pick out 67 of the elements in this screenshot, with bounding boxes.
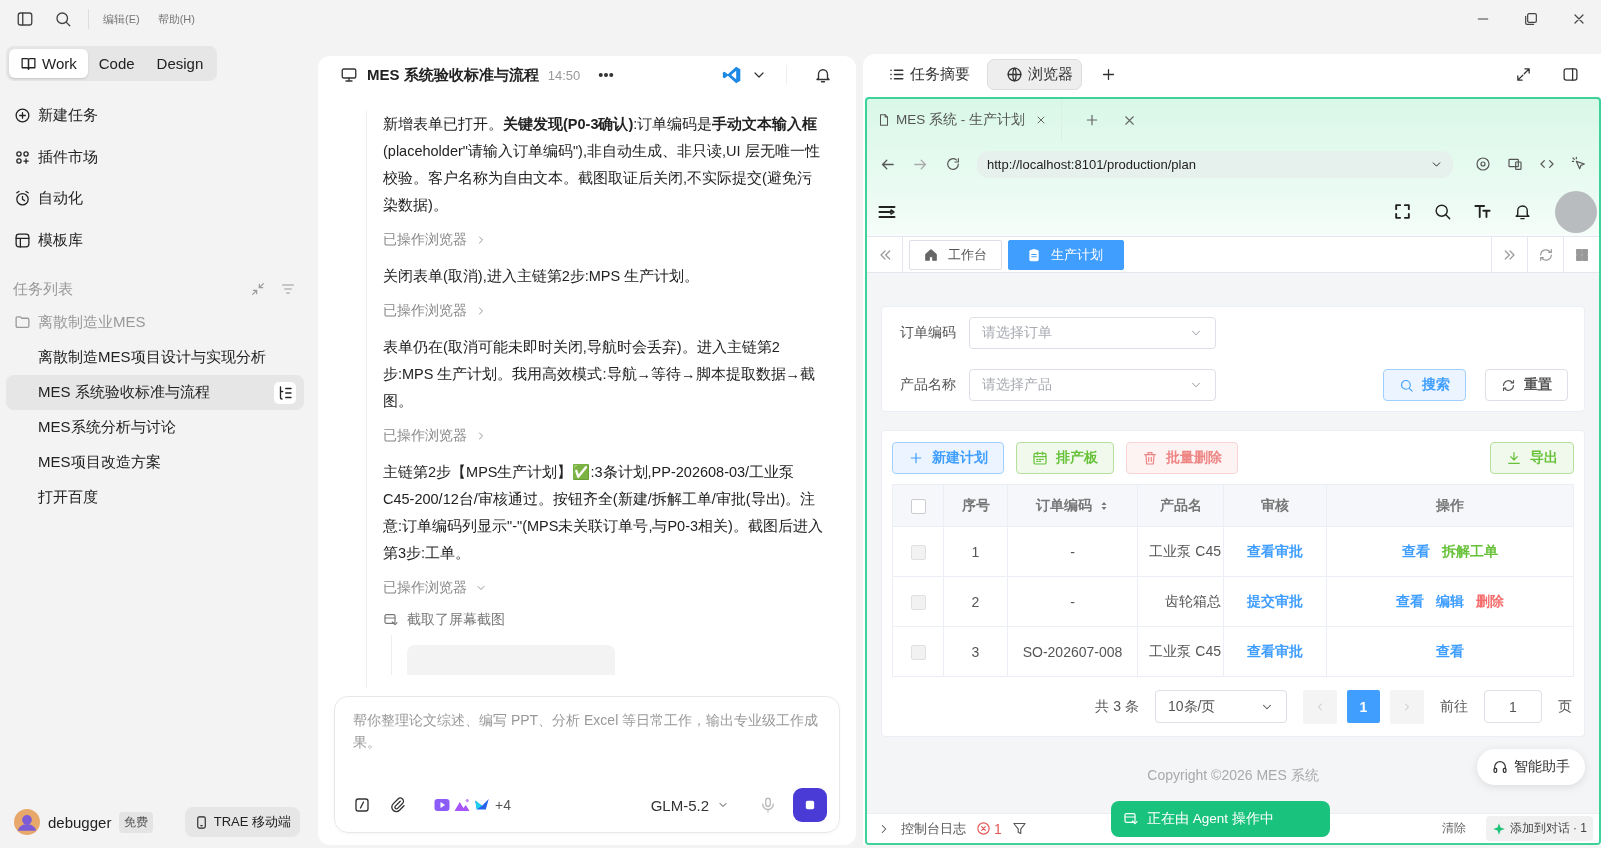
mobile-app-button[interactable]: TRAE 移动端 (184, 807, 300, 837)
column-header: 操作 (1326, 484, 1574, 527)
mode-tab[interactable]: Work (9, 49, 88, 78)
tool-step-label: 截取了屏幕截图 (407, 611, 505, 629)
column-header: 订单编码 (1035, 496, 1092, 515)
task-item[interactable]: 离散制造MES项目设计与实现分析 (6, 340, 304, 375)
nav-item[interactable]: 模板库 (6, 219, 304, 261)
mode-tab[interactable]: Code (87, 49, 146, 78)
action-toggle[interactable]: 已操作浏览器 (383, 426, 487, 446)
copyright-text: Copyright ©2026 MES 系统 (1147, 767, 1319, 785)
column-header: 产品名 (1137, 484, 1224, 527)
status-text: 正在由 Agent 操作中 (1147, 810, 1274, 828)
page-input[interactable]: 1 (1484, 690, 1542, 723)
page-suffix: 页 (1558, 697, 1572, 716)
table-cell: 2 (943, 576, 1008, 627)
model-selector[interactable]: GLM-5.2 (650, 796, 729, 814)
nav-item[interactable]: 新建任务 (6, 95, 304, 137)
message-text: 主链第2步【MPS生产计划】✅:3条计划,PP-202608-03/工业泵 C45-200/12台/审核通过。按钮齐全(新建/拆解工单/审批(导出)。注意:订单编码列显示"-"(MPS未关联订单号,与P0-3相关)。截图后进入第3步:工单。 (383, 463, 824, 563)
add-to-chat-button[interactable]: 添加到对话 · 1 (1485, 816, 1593, 841)
clear-button[interactable]: 清除 (1441, 820, 1466, 837)
reset-button[interactable]: 重置 (1485, 369, 1568, 401)
plan-badge: 免费 (119, 811, 154, 833)
menu-item[interactable]: 帮助(H) (157, 11, 195, 27)
table-cell: - (1007, 576, 1138, 627)
user-name: debugger (48, 813, 112, 831)
task-item[interactable]: MES项目改造方案 (6, 445, 304, 480)
total-count: 共 3 条 (1095, 697, 1139, 716)
tab-title: MES 系统 - 生产计划 (896, 111, 1025, 129)
message-input[interactable]: 帮你整理论文综述、编写 PPT、分析 Excel 等日常工作，输出专业级工作成果。 +4 GLM-5.2 (334, 696, 840, 833)
field-label: 产品名称 (900, 376, 956, 394)
nav-item[interactable]: 自动化 (6, 178, 304, 220)
page-tab[interactable]: 工作台 (909, 239, 1002, 270)
task-item[interactable]: MES 系统验收标准与流程 (6, 375, 304, 410)
message-text: 表单仍在(取消可能未即时关闭,导航时会丢弃)。进入主链第2步:MPS 生产计划。我用高效模式:导航→等待→脚本提取数据→截图。 (383, 338, 816, 411)
column-header: 序号 (943, 484, 1008, 527)
goto-label: 前往 (1440, 697, 1468, 716)
table-cell: SO-202607-008 (1007, 626, 1138, 677)
section-title: 任务列表 (13, 279, 73, 299)
table-cell: 工业泵 C45 (1137, 626, 1224, 677)
assistant-button[interactable]: 智能助手 (1477, 749, 1585, 785)
field-label: 订单编码 (900, 324, 956, 342)
message-text: 关闭表单(取消),进入主链第2步:MPS 生产计划。 (383, 267, 701, 286)
table-cell: 工业泵 C45 (1137, 526, 1224, 577)
timestamp: 14:50 (547, 67, 581, 83)
table-cell: 齿轮箱总 (1137, 576, 1224, 627)
action-toggle[interactable]: 已操作浏览器 (383, 578, 487, 598)
action-toggle[interactable]: 已操作浏览器 (383, 301, 487, 321)
task-item[interactable]: 打开百度 (6, 480, 304, 515)
nav-item[interactable]: 插件市场 (6, 136, 304, 178)
page-size-select[interactable]: 10条/页 (1155, 690, 1287, 723)
address-bar[interactable]: http://localhost:8101/production/plan (977, 150, 1453, 178)
panel-tab[interactable]: 浏览器 (987, 59, 1082, 90)
table-cell: 3 (943, 626, 1008, 677)
mode-tab[interactable]: Design (145, 49, 215, 78)
column-header: 审核 (1223, 484, 1327, 527)
more-tools-count[interactable]: +4 (495, 797, 511, 813)
message-text: 新增表单已打开。关键发现(P0-3确认):订单编码是手动文本输入框(placeholder"请输入订单编码"),非自动生成、非只读,UI 层无唯一性校验。客户名称为自由文本。截图取证后关闭,不实际提交(避免污染数据)。 (383, 115, 821, 215)
menu-item[interactable]: 编辑(E) (103, 11, 140, 27)
table-cell: - (1007, 526, 1138, 577)
console-label[interactable]: 控制台日志 (901, 819, 966, 838)
task-item[interactable]: MES系统分析与讨论 (6, 410, 304, 445)
action-toggle[interactable]: 已操作浏览器 (383, 230, 487, 250)
browser-tab[interactable]: MES 系统 - 生产计划 (877, 99, 1062, 141)
error-count: 1 (976, 820, 1002, 837)
panel-tab[interactable]: 任务摘要 (869, 59, 979, 90)
chat-title: MES 系统验收标准与流程 (367, 65, 539, 85)
table-cell: 1 (943, 526, 1008, 577)
